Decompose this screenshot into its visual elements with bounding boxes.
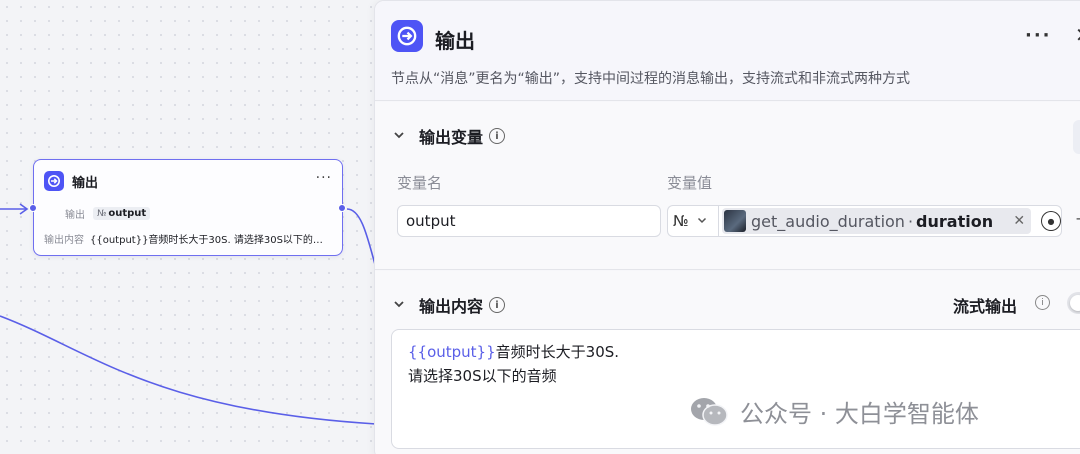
watermark-text: 公众号 · 大白学智能体	[740, 400, 979, 428]
node-content-label: 输出内容	[44, 235, 84, 246]
output-node-icon	[391, 20, 423, 52]
output-port[interactable]	[338, 204, 346, 212]
editor-line-2: 请选择30S以下的音频	[408, 367, 557, 385]
editor-text: 音频时长大于30S.	[495, 343, 620, 361]
target-picker-icon[interactable]: ●	[1041, 211, 1061, 231]
node-title: 输出	[72, 175, 99, 191]
variable-type-select[interactable]: №	[667, 205, 719, 237]
add-variable-button[interactable]	[1073, 120, 1080, 154]
number-type-icon: №	[673, 212, 689, 230]
input-port[interactable]	[29, 204, 37, 212]
output-variables-section: 输出变量 i 变量名 变量值 output № get_audio_durati…	[375, 102, 1080, 270]
editor-line-1: {{output}}音频时长大于30S.	[408, 340, 1080, 364]
more-options-icon[interactable]: ···	[1025, 25, 1052, 46]
streaming-output-toggle[interactable]	[1067, 292, 1080, 314]
section-header[interactable]: 输出变量 i	[393, 124, 506, 148]
panel-header: 输出 ··· ✕ 节点从“消息”更名为“输出”，支持中间过程的消息输出，支持流式…	[375, 1, 1080, 101]
variable-name-header: 变量名	[397, 174, 443, 192]
reference-node-name: get_audio_duration	[751, 211, 905, 231]
chevron-down-icon[interactable]	[393, 298, 407, 313]
variable-name-input[interactable]: output	[397, 205, 661, 237]
variable-value-header: 变量值	[667, 174, 713, 192]
node-output-row: 输出 № output	[65, 206, 151, 221]
info-icon[interactable]: i	[489, 128, 506, 144]
chevron-down-icon	[697, 215, 707, 228]
reference-tag: get_audio_duration · duration ✕	[722, 208, 1032, 234]
node-output-name: output	[108, 208, 147, 219]
close-icon[interactable]: ✕	[1075, 23, 1080, 47]
node-settings-panel: 输出 ··· ✕ 节点从“消息”更名为“输出”，支持中间过程的消息输出，支持流式…	[374, 0, 1080, 454]
info-icon[interactable]: i	[1035, 295, 1050, 310]
node-header: 输出	[44, 171, 98, 191]
variable-reference-field[interactable]: get_audio_duration · duration ✕ ●	[718, 205, 1062, 237]
clear-reference-icon[interactable]: ✕	[1013, 213, 1025, 229]
node-more-icon[interactable]: ···	[316, 170, 332, 186]
reference-field-name: duration	[916, 211, 994, 231]
plugin-thumbnail-icon	[724, 210, 746, 232]
reference-separator: ·	[907, 211, 914, 231]
output-node-icon	[44, 171, 64, 191]
chevron-down-icon[interactable]	[393, 129, 407, 144]
node-output-label: 输出	[65, 210, 85, 221]
output-content-editor[interactable]: {{output}}音频时长大于30S. 请选择30S以下的音频	[391, 329, 1080, 449]
remove-variable-icon[interactable]: −	[1075, 209, 1080, 228]
section-title: 输出内容	[419, 297, 484, 316]
node-content-preview: {{output}}音频时长大于30S. 请选择30S以下的…	[90, 235, 323, 246]
number-type-icon: №	[97, 208, 107, 219]
wechat-logo-icon	[690, 397, 728, 427]
bottom-edge	[0, 315, 377, 425]
toggle-knob	[1070, 295, 1080, 311]
watermark: 公众号 · 大白学智能体	[690, 394, 979, 429]
node-output-chip: № output	[93, 207, 151, 220]
panel-title[interactable]: 输出	[435, 25, 475, 54]
output-node[interactable]: 输出 ··· 输出 № output 输出内容 {{output}}音频时长大于…	[29, 159, 346, 256]
outgoing-edge	[346, 208, 377, 269]
info-icon[interactable]: i	[489, 297, 506, 313]
section-header[interactable]: 输出内容 i	[393, 293, 506, 317]
section-title: 输出变量	[419, 128, 484, 147]
panel-description: 节点从“消息”更名为“输出”，支持中间过程的消息输出，支持流式和非流式两种方式	[391, 71, 911, 87]
variable-reference: {{output}}	[408, 343, 496, 361]
node-content-row: 输出内容 {{output}}音频时长大于30S. 请选择30S以下的…	[44, 231, 323, 246]
streaming-output-label: 流式输出	[953, 297, 1018, 316]
